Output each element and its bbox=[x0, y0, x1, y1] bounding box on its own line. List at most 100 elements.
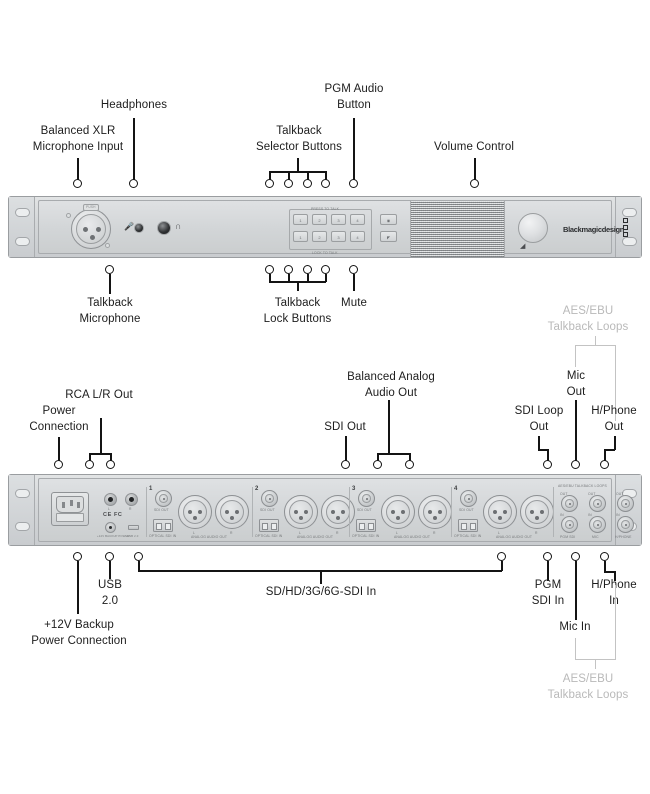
optic-slot bbox=[156, 522, 162, 530]
rack-slot bbox=[15, 208, 30, 217]
sdi-out-label-1: SDI OUT bbox=[154, 508, 169, 512]
bnc-inner bbox=[362, 494, 371, 503]
brand-logo-text: Blackmagicdesign bbox=[563, 225, 625, 234]
xlr-pin bbox=[540, 510, 545, 515]
dot-talkback-lock-1 bbox=[265, 265, 274, 274]
analog-audio-out-left-4[interactable] bbox=[483, 495, 517, 529]
leader-hphone-out-v bbox=[614, 436, 616, 450]
analog-audio-out-right-1[interactable] bbox=[215, 495, 249, 529]
leader-rca-bar bbox=[89, 453, 112, 455]
xlr-barrel bbox=[183, 500, 207, 524]
talkback-lock-button-3[interactable]: 3 bbox=[331, 231, 346, 242]
xlr-pin bbox=[433, 516, 438, 521]
analog-audio-out-label-2: ANALOG AUDIO OUT bbox=[297, 535, 334, 539]
hphone-group-label: H/PHONE bbox=[615, 535, 632, 539]
bnc-center-pin bbox=[365, 497, 369, 501]
sdi-out-bnc-1[interactable] bbox=[155, 490, 172, 507]
bnc-inner bbox=[621, 520, 630, 529]
talkback-lock-button-1[interactable]: 1 bbox=[293, 231, 308, 242]
optical-sdi-in-1[interactable] bbox=[153, 519, 173, 532]
rca-right-label: R bbox=[129, 507, 132, 511]
xlr-pin bbox=[535, 516, 540, 521]
section-divider bbox=[252, 487, 253, 537]
rack-slot bbox=[15, 522, 30, 531]
iec-pin bbox=[62, 502, 65, 508]
hphone-out-bnc[interactable] bbox=[617, 495, 634, 512]
mute-button[interactable]: ◤ bbox=[380, 231, 397, 242]
callout-pgm-sdi-in: PGM SDI In bbox=[531, 579, 565, 607]
dot-hphone-out bbox=[600, 460, 609, 469]
dot-sdi-loop-out bbox=[543, 460, 552, 469]
talkback-select-button-2[interactable]: 2 bbox=[312, 214, 327, 225]
mic-out-bnc[interactable] bbox=[589, 495, 606, 512]
sdi-out-bnc-4[interactable] bbox=[460, 490, 477, 507]
section-divider bbox=[553, 487, 554, 537]
analog-audio-out-left-1[interactable] bbox=[178, 495, 212, 529]
callout-rca-lr-out: RCA L/R Out bbox=[65, 389, 133, 401]
rear-panel-face: L R CE FC +12V BACKUP POWER USB 2.0 1 SD… bbox=[38, 478, 634, 542]
optic-slot bbox=[165, 522, 171, 530]
callout-aes-ebu-talkback-loops-bottom: AES/EBU Talkback Loops bbox=[547, 673, 629, 701]
xlr-pin bbox=[498, 516, 503, 521]
analog-right-label-4: R bbox=[535, 531, 538, 535]
talkback-select-button-1[interactable]: 1 bbox=[293, 214, 308, 225]
xlr-pin bbox=[294, 510, 299, 515]
rca-center-pin bbox=[108, 497, 114, 503]
usb-port[interactable] bbox=[128, 525, 139, 530]
rca-left-output[interactable] bbox=[104, 493, 117, 506]
volume-control-knob[interactable] bbox=[518, 213, 548, 243]
optical-sdi-in-3[interactable] bbox=[356, 519, 376, 532]
headphone-jack[interactable] bbox=[157, 221, 171, 235]
callout-sd-hd-3g-6g-sdi-in: SD/HD/3G/6G-SDI In bbox=[265, 586, 377, 598]
leader-analog-audio-bar bbox=[377, 453, 411, 455]
talkback-lock-button-2[interactable]: 2 bbox=[312, 231, 327, 242]
analog-audio-out-right-3[interactable] bbox=[418, 495, 452, 529]
iec-inlet bbox=[56, 496, 84, 513]
bnc-center-pin bbox=[624, 502, 628, 506]
talkback-select-button-4[interactable]: 4 bbox=[350, 214, 365, 225]
optical-sdi-in-label-3: OPTICAL SDI IN bbox=[352, 534, 380, 538]
xlr-pin bbox=[96, 227, 101, 232]
pgm-sdi-in-bnc[interactable] bbox=[561, 516, 578, 533]
pgm-sdi-loop-out-bnc[interactable] bbox=[561, 495, 578, 512]
xlr-barrel bbox=[386, 500, 410, 524]
iec-power-connector[interactable] bbox=[51, 492, 89, 526]
pgm-audio-button[interactable]: ◉ bbox=[380, 214, 397, 225]
dot-sdi-out bbox=[341, 460, 350, 469]
optical-sdi-in-2[interactable] bbox=[259, 519, 279, 532]
talkback-select-button-3[interactable]: 3 bbox=[331, 214, 346, 225]
analog-audio-out-left-3[interactable] bbox=[381, 495, 415, 529]
bnc-center-pin bbox=[568, 502, 572, 506]
callout-power-connection: Power Connection bbox=[29, 405, 89, 433]
leader-pgm-audio-button bbox=[353, 118, 355, 182]
dot-talkback-lock-4 bbox=[321, 265, 330, 274]
hphone-in-bnc[interactable] bbox=[617, 516, 634, 533]
backup-power-connector[interactable] bbox=[105, 522, 116, 533]
diagram-canvas: Balanced XLR Microphone Input Headphones… bbox=[0, 0, 650, 794]
xlr-pin bbox=[331, 510, 336, 515]
rack-slot bbox=[15, 237, 30, 246]
bnc-inner bbox=[621, 499, 630, 508]
leader-sdi-loop-out-v bbox=[538, 436, 540, 450]
xlr-pin bbox=[503, 510, 508, 515]
sdi-out-bnc-2[interactable] bbox=[261, 490, 278, 507]
lock-to-talk-legend: LOCK TO TALK bbox=[312, 250, 338, 255]
analog-audio-out-left-2[interactable] bbox=[284, 495, 318, 529]
talkback-lock-button-4[interactable]: 4 bbox=[350, 231, 365, 242]
speaker-grille bbox=[410, 201, 505, 257]
dot-analog-audio-left-out bbox=[373, 460, 382, 469]
rear-panel-chassis: L R CE FC +12V BACKUP POWER USB 2.0 1 SD… bbox=[8, 474, 642, 546]
optical-sdi-in-4[interactable] bbox=[458, 519, 478, 532]
section-divider bbox=[146, 487, 147, 537]
xlr-pin bbox=[396, 516, 401, 521]
dot-talkback-lock-3 bbox=[303, 265, 312, 274]
analog-audio-out-right-4[interactable] bbox=[520, 495, 554, 529]
rca-right-output[interactable] bbox=[125, 493, 138, 506]
leader-rca-stem bbox=[100, 418, 102, 454]
mic-in-bnc[interactable] bbox=[589, 516, 606, 533]
xlr-pin bbox=[83, 227, 88, 232]
bnc-center-pin bbox=[467, 497, 471, 501]
sdi-out-bnc-3[interactable] bbox=[358, 490, 375, 507]
mic-jack[interactable] bbox=[134, 223, 144, 233]
callout-usb-20: USB 2.0 bbox=[98, 579, 122, 607]
